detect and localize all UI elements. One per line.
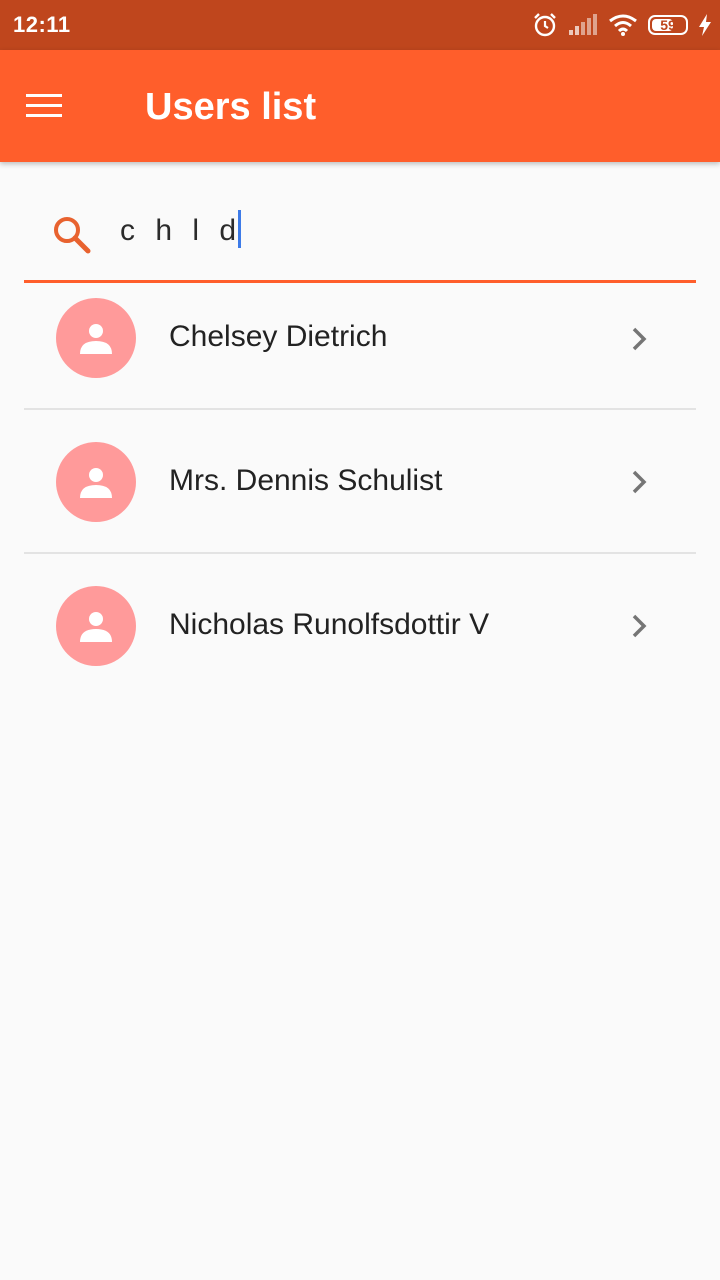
chevron-right-icon bbox=[632, 327, 647, 351]
menu-icon bbox=[26, 94, 62, 117]
battery-icon: 59 bbox=[648, 15, 688, 35]
avatar bbox=[56, 442, 136, 522]
status-icons: 59 bbox=[532, 11, 712, 39]
user-name: Chelsey Dietrich bbox=[169, 320, 388, 353]
alarm-icon bbox=[534, 13, 556, 37]
battery-percent: 59 bbox=[660, 17, 676, 33]
text-caret bbox=[238, 210, 242, 248]
person-icon bbox=[80, 612, 112, 642]
signal-icon bbox=[569, 14, 597, 35]
page-title: Users list bbox=[145, 86, 317, 128]
charging-icon bbox=[699, 14, 711, 36]
list-item[interactable]: Mrs. Dennis Schulist bbox=[24, 410, 696, 554]
avatar bbox=[56, 586, 136, 666]
status-time: 12:11 bbox=[13, 12, 71, 37]
user-name: Mrs. Dennis Schulist bbox=[169, 464, 443, 497]
person-icon bbox=[80, 468, 112, 498]
chevron-right-icon bbox=[632, 614, 647, 638]
search-input[interactable]: c h l d bbox=[120, 205, 660, 257]
search-icon bbox=[54, 217, 91, 254]
chevron-right-icon bbox=[632, 470, 647, 494]
person-icon bbox=[80, 324, 112, 354]
status-bar: 12:11 59 bbox=[0, 0, 720, 50]
list-item[interactable]: Chelsey Dietrich bbox=[24, 283, 696, 410]
search-input-value: c h l d bbox=[120, 214, 243, 247]
wifi-icon bbox=[609, 14, 637, 36]
user-list: Chelsey Dietrich Mrs. Dennis Schulist Ni… bbox=[24, 283, 696, 698]
search-bar: c h l d bbox=[24, 185, 696, 283]
list-item[interactable]: Nicholas Runolfsdottir V bbox=[24, 554, 696, 698]
app-bar: Users list bbox=[0, 50, 720, 162]
menu-button[interactable] bbox=[26, 82, 86, 130]
avatar bbox=[56, 298, 136, 378]
user-name: Nicholas Runolfsdottir V bbox=[169, 608, 490, 641]
